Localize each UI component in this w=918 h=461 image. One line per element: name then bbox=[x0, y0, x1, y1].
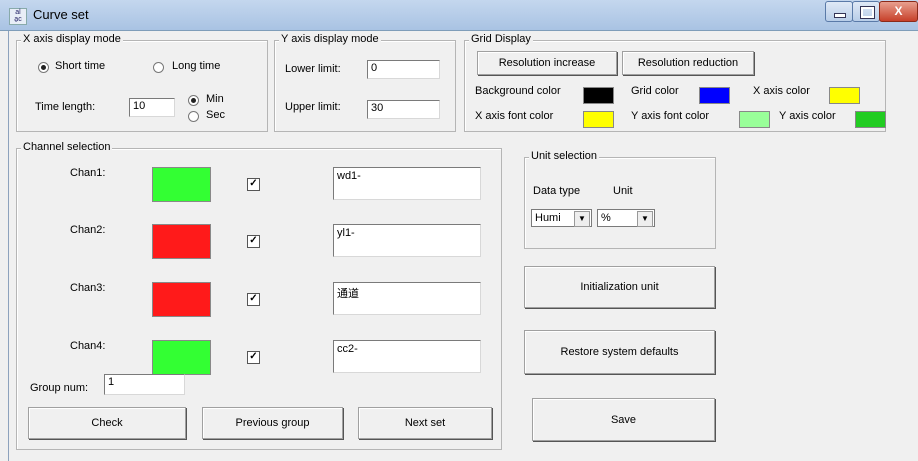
channel-label: Chan4: bbox=[70, 340, 106, 352]
data-type-select[interactable]: Humi ▼ bbox=[531, 209, 592, 227]
title-bar: al a̱c Curve set X bbox=[0, 0, 918, 31]
data-type-value: Humi bbox=[535, 212, 561, 224]
group-num-input[interactable]: 1 bbox=[104, 374, 185, 395]
lower-limit-input[interactable]: 0 bbox=[367, 60, 440, 79]
y-axis-font-color-swatch[interactable] bbox=[739, 111, 770, 128]
unit-selection-group: Unit selection Data type Unit Humi ▼ % ▼ bbox=[524, 150, 716, 249]
channel-name-input[interactable]: 通道 bbox=[333, 282, 481, 315]
x-axis-legend: X axis display mode bbox=[21, 33, 123, 45]
unit-selection-legend: Unit selection bbox=[529, 150, 600, 162]
resolution-increase-button[interactable]: Resolution increase bbox=[477, 51, 617, 75]
y-axis-color-label: Y axis color bbox=[779, 110, 836, 122]
upper-limit-label: Upper limit: bbox=[285, 101, 341, 113]
x-axis-color-swatch[interactable] bbox=[829, 87, 860, 104]
channel-label: Chan1: bbox=[70, 167, 106, 179]
maximize-button[interactable] bbox=[852, 1, 880, 22]
sec-radio[interactable] bbox=[188, 111, 199, 122]
channel-name-input[interactable]: yl1- bbox=[333, 224, 481, 257]
grid-display-legend: Grid Display bbox=[469, 33, 533, 45]
channel-enable-checkbox[interactable]: ✓ bbox=[247, 293, 260, 306]
initialization-unit-button[interactable]: Initialization unit bbox=[524, 266, 715, 308]
channel-enable-checkbox[interactable]: ✓ bbox=[247, 178, 260, 191]
time-length-label: Time length: bbox=[35, 101, 96, 113]
min-radio[interactable] bbox=[188, 95, 199, 106]
next-set-button[interactable]: Next set bbox=[358, 407, 492, 439]
channel-name-input[interactable]: wd1- bbox=[333, 167, 481, 200]
chevron-down-icon: ▼ bbox=[574, 211, 590, 227]
group-num-label: Group num: bbox=[30, 382, 89, 394]
save-button[interactable]: Save bbox=[532, 398, 715, 441]
channel-name-input[interactable]: cc2- bbox=[333, 340, 481, 373]
channel-color-swatch[interactable] bbox=[152, 224, 211, 259]
y-axis-legend: Y axis display mode bbox=[279, 33, 381, 45]
short-time-label: Short time bbox=[55, 60, 106, 72]
restore-defaults-button[interactable]: Restore system defaults bbox=[524, 330, 715, 374]
grid-display-group: Grid Display Resolution increase Resolut… bbox=[464, 33, 886, 132]
min-label: Min bbox=[206, 93, 224, 105]
previous-group-button[interactable]: Previous group bbox=[202, 407, 343, 439]
channel-label: Chan2: bbox=[70, 224, 106, 236]
check-button[interactable]: Check bbox=[28, 407, 186, 439]
grid-color-label: Grid color bbox=[631, 85, 679, 97]
channel-selection-legend: Channel selection bbox=[21, 141, 113, 153]
unit-select[interactable]: % ▼ bbox=[597, 209, 655, 227]
upper-limit-input[interactable]: 30 bbox=[367, 100, 440, 119]
x-axis-group: X axis display mode Short time Long time… bbox=[16, 33, 268, 132]
y-axis-font-color-label: Y axis font color bbox=[631, 110, 710, 122]
sec-label: Sec bbox=[206, 109, 225, 121]
resolution-reduction-button[interactable]: Resolution reduction bbox=[622, 51, 754, 75]
grid-color-swatch[interactable] bbox=[699, 87, 730, 104]
chevron-down-icon: ▼ bbox=[637, 211, 653, 227]
close-icon: X bbox=[894, 4, 903, 18]
unit-label: Unit bbox=[613, 185, 633, 197]
y-axis-color-swatch[interactable] bbox=[855, 111, 886, 128]
channel-label: Chan3: bbox=[70, 282, 106, 294]
channel-color-swatch[interactable] bbox=[152, 282, 211, 317]
data-type-label: Data type bbox=[533, 185, 581, 197]
channel-color-swatch[interactable] bbox=[152, 167, 211, 202]
y-axis-group: Y axis display mode Lower limit: 0 Upper… bbox=[274, 33, 456, 132]
background-color-label: Background color bbox=[475, 85, 561, 97]
app-icon: al a̱c bbox=[9, 8, 27, 25]
long-time-radio[interactable] bbox=[153, 62, 164, 73]
x-axis-color-label: X axis color bbox=[753, 85, 810, 97]
x-axis-font-color-label: X axis font color bbox=[475, 110, 554, 122]
long-time-label: Long time bbox=[172, 60, 221, 72]
unit-value: % bbox=[601, 212, 611, 224]
window-title: Curve set bbox=[33, 7, 89, 22]
background-color-swatch[interactable] bbox=[583, 87, 614, 104]
close-button[interactable]: X bbox=[879, 1, 918, 22]
short-time-radio[interactable] bbox=[38, 62, 49, 73]
channel-enable-checkbox[interactable]: ✓ bbox=[247, 351, 260, 364]
channel-color-swatch[interactable] bbox=[152, 340, 211, 375]
channel-enable-checkbox[interactable]: ✓ bbox=[247, 235, 260, 248]
x-axis-font-color-swatch[interactable] bbox=[583, 111, 614, 128]
lower-limit-label: Lower limit: bbox=[285, 63, 341, 75]
time-length-input[interactable]: 10 bbox=[129, 98, 175, 117]
minimize-button[interactable] bbox=[825, 1, 853, 22]
